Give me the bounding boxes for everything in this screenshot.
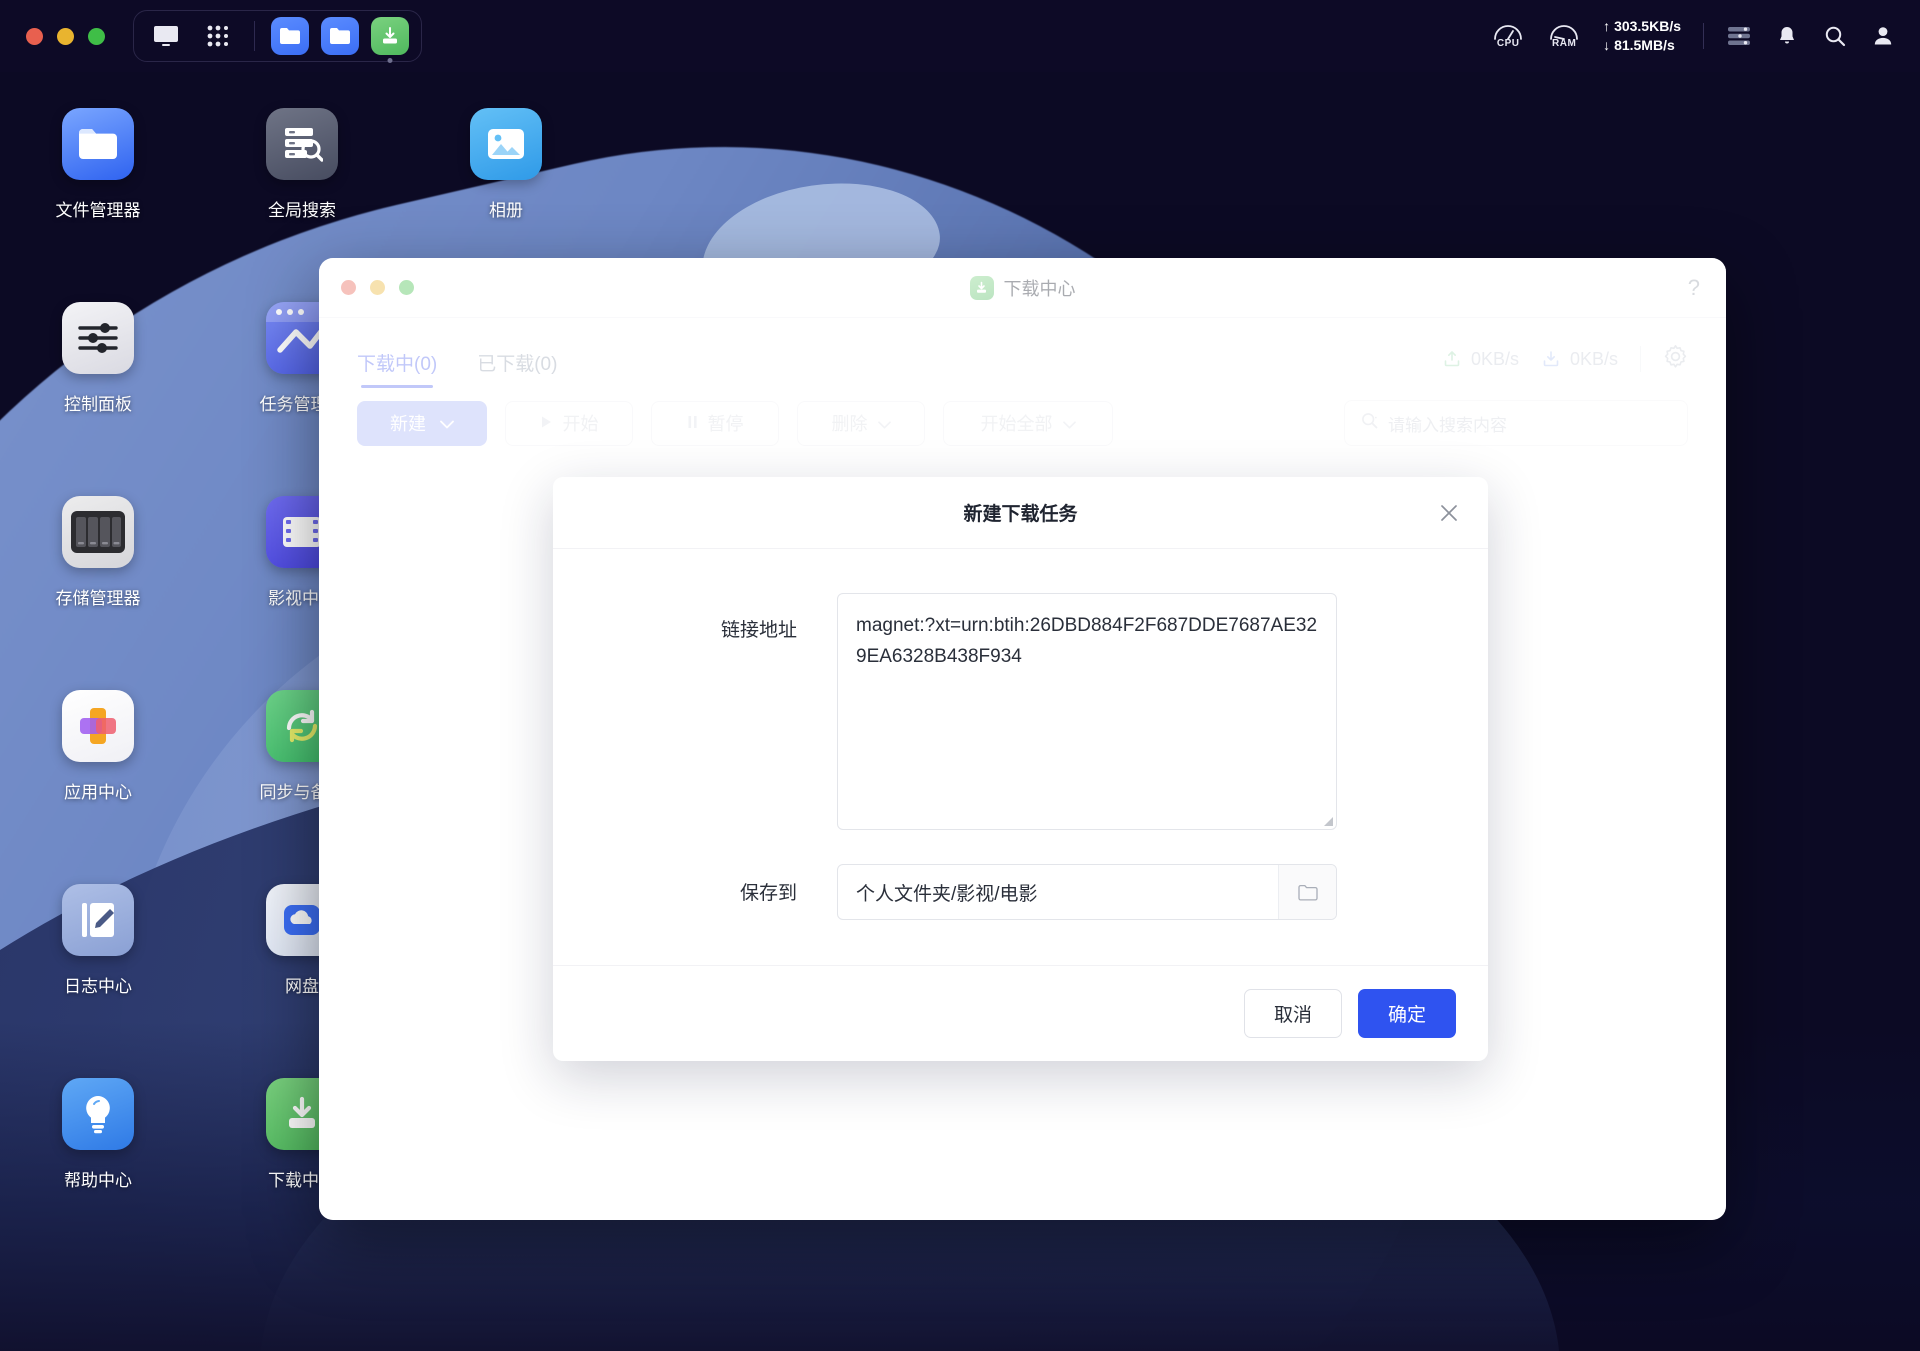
apps-icon	[62, 690, 134, 762]
save-path-value[interactable]: 个人文件夹/影视/电影	[838, 865, 1278, 919]
link-label: 链接地址	[720, 620, 797, 641]
desktop-icon-help-center[interactable]: 帮助中心	[23, 1078, 173, 1191]
server-search-icon	[266, 108, 338, 180]
desktop-icon-label: 帮助中心	[64, 1171, 132, 1190]
ram-label: RAM	[1552, 38, 1577, 49]
desktop-icon-app-center[interactable]: 应用中心	[23, 690, 173, 803]
apps-grid-icon[interactable]	[198, 16, 238, 56]
desktop-icon-label: 日志中心	[64, 977, 132, 996]
dialog-body: 链接地址 magnet:?xt=urn:btih:26DBD884F2F687D…	[553, 549, 1488, 965]
folder-icon	[62, 108, 134, 180]
desktop-icon-file-manager[interactable]: 文件管理器	[23, 108, 173, 221]
desktop-icon-label: 相册	[489, 201, 523, 220]
dock-divider	[254, 21, 255, 51]
dock-item-file-manager-2[interactable]	[321, 17, 359, 55]
folder-open-icon[interactable]	[1278, 865, 1336, 919]
confirm-button[interactable]: 确定	[1358, 989, 1456, 1038]
dock-item-download-center[interactable]	[371, 17, 409, 55]
desktop: CPU RAM ↑ 303.5KB/s ↓ 81.5MB/s 文件管理器 全局搜…	[0, 0, 1920, 1351]
top-bar: CPU RAM ↑ 303.5KB/s ↓ 81.5MB/s	[0, 0, 1920, 72]
display-icon[interactable]	[146, 16, 186, 56]
storage-icon	[62, 496, 134, 568]
user-icon[interactable]	[1870, 23, 1896, 49]
desktop-icon-label: 应用中心	[64, 783, 132, 802]
cancel-button[interactable]: 取消	[1244, 989, 1342, 1038]
desktop-icon-control-panel[interactable]: 控制面板	[23, 302, 173, 415]
desktop-icon-label: 全局搜索	[268, 201, 336, 220]
dock-item-file-manager-1[interactable]	[271, 17, 309, 55]
bulb-icon	[62, 1078, 134, 1150]
desktop-icon-label: 文件管理器	[55, 201, 141, 220]
top-bar-right: CPU RAM ↑ 303.5KB/s ↓ 81.5MB/s	[1491, 17, 1896, 55]
desktop-icon-storage-manager[interactable]: 存储管理器	[23, 496, 173, 609]
dialog-title: 新建下载任务	[963, 504, 1078, 525]
ram-meter[interactable]: RAM	[1547, 23, 1581, 49]
desktop-icon-label: 存储管理器	[55, 589, 141, 608]
network-speed: ↑ 303.5KB/s ↓ 81.5MB/s	[1603, 17, 1681, 55]
cpu-label: CPU	[1496, 38, 1520, 49]
save-path-field[interactable]: 个人文件夹/影视/电影	[837, 864, 1337, 920]
sliders-icon	[62, 302, 134, 374]
download-speed-value: 81.5MB/s	[1614, 37, 1675, 53]
upload-arrow-icon: ↑	[1603, 18, 1611, 34]
cpu-meter[interactable]: CPU	[1491, 23, 1525, 49]
bell-icon[interactable]	[1774, 23, 1800, 49]
minimize-button[interactable]	[57, 27, 74, 45]
desktop-icon-label: 网盘	[285, 977, 319, 996]
desktop-icon-album[interactable]: 相册	[431, 108, 581, 221]
download-arrow-icon: ↓	[1603, 37, 1611, 53]
topbar-divider	[1703, 23, 1704, 49]
link-textarea[interactable]: magnet:?xt=urn:btih:26DBD884F2F687DDE768…	[837, 593, 1337, 830]
link-field-row: 链接地址 magnet:?xt=urn:btih:26DBD884F2F687D…	[553, 593, 1488, 830]
desktop-icon-log-center[interactable]: 日志中心	[23, 884, 173, 997]
save-path-row: 保存到 个人文件夹/影视/电影	[553, 864, 1488, 920]
photo-icon	[470, 108, 542, 180]
upload-speed-value: 303.5KB/s	[1614, 18, 1681, 34]
maximize-button[interactable]	[88, 27, 105, 45]
dialog-header: 新建下载任务	[553, 477, 1488, 549]
desktop-icon-label: 控制面板	[64, 395, 132, 414]
dialog-footer: 取消 确定	[553, 965, 1488, 1061]
dock	[133, 10, 422, 62]
search-icon[interactable]	[1822, 23, 1848, 49]
system-window-controls[interactable]	[26, 27, 105, 45]
desktop-icon-global-search[interactable]: 全局搜索	[227, 108, 377, 221]
close-icon[interactable]	[1434, 498, 1464, 528]
notebook-icon	[62, 884, 134, 956]
server-icon[interactable]	[1726, 23, 1752, 49]
close-button[interactable]	[26, 27, 43, 45]
new-download-task-dialog: 新建下载任务 链接地址 magnet:?xt=urn:btih:26DBD884…	[553, 477, 1488, 1061]
save-label: 保存到	[739, 883, 797, 904]
